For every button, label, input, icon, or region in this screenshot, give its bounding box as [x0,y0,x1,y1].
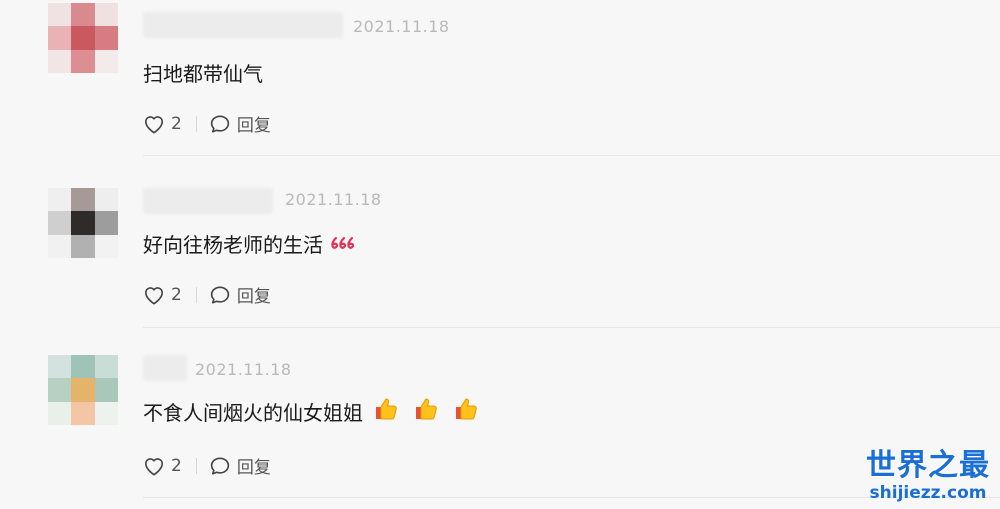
comment-actions: 2 回复 [143,453,271,478]
comment-text-content: 不食人间烟火的仙女姐姐 [143,401,363,425]
comment-text: 扫地都带仙气 [143,58,263,87]
like-button[interactable]: 2 [143,114,182,134]
like-count: 2 [171,113,182,134]
comment-divider [143,155,1000,156]
666-emoji-icon [329,232,355,256]
comment-item: 2021.11.18 扫地都带仙气 2 回复 [0,0,1000,170]
reply-button[interactable]: 回复 [209,282,271,307]
heart-icon [145,457,163,475]
username-blurred[interactable] [143,355,187,381]
action-divider [195,115,197,132]
comment-actions: 2 回复 [143,111,271,136]
comment-text: 好向往杨老师的生活 [143,229,355,258]
reply-label: 回复 [236,458,271,478]
watermark-title: 世界之最 [866,448,990,483]
reply-label: 回复 [236,287,271,307]
comment-item: 2021.11.18 好向往杨老师的生活 2 回复 [0,165,1000,335]
comment-date: 2021.11.18 [285,190,382,209]
like-count: 2 [171,284,182,305]
reply-button[interactable]: 回复 [209,111,271,136]
action-divider [195,286,197,303]
chat-bubble-icon [210,456,230,475]
watermark-url: shijiezz.com [869,483,987,503]
thumbs-up-icon [373,397,399,426]
heart-icon [145,115,163,133]
comment-item: 2021.11.18 不食人间烟火的仙女姐姐 2 回复 [0,335,1000,505]
avatar[interactable] [48,355,118,425]
comment-text-content: 好向往杨老师的生活 [143,233,323,257]
username-blurred[interactable] [143,12,343,38]
thumbs-up-icon [413,397,439,426]
comment-actions: 2 回复 [143,282,271,307]
reply-label: 回复 [236,116,271,136]
heart-icon [145,286,163,304]
comment-date: 2021.11.18 [353,17,450,36]
thumbs-up-icon [453,397,479,426]
reply-button[interactable]: 回复 [209,453,271,478]
action-divider [195,457,197,474]
like-button[interactable]: 2 [143,456,182,476]
comment-divider [143,327,1000,328]
comment-date: 2021.11.18 [195,360,292,379]
avatar[interactable] [48,3,118,73]
watermark-logo: 世界之最 shijiezz.com [866,448,990,504]
username-blurred[interactable] [143,188,273,214]
like-count: 2 [171,455,182,476]
comment-text: 不食人间烟火的仙女姐姐 [143,397,479,426]
chat-bubble-icon [210,114,230,133]
like-button[interactable]: 2 [143,285,182,305]
comment-text-content: 扫地都带仙气 [143,62,263,86]
chat-bubble-icon [210,285,230,304]
avatar[interactable] [48,188,118,258]
